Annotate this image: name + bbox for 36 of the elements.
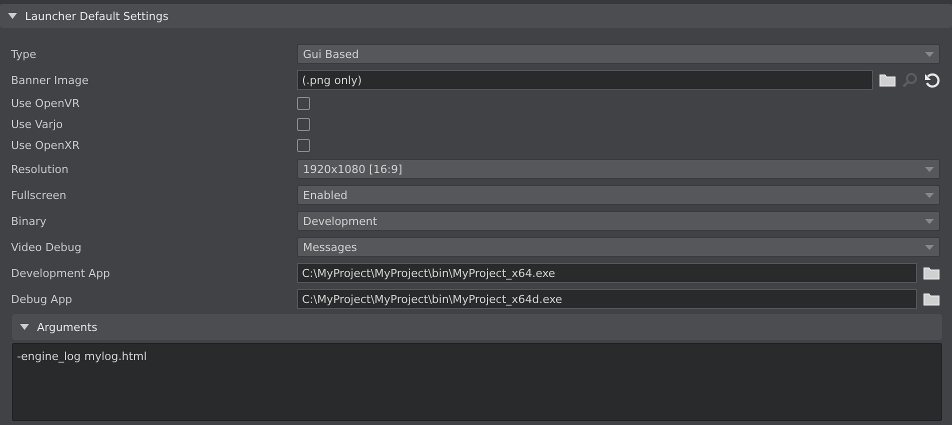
section-header[interactable]: Arguments — [12, 314, 942, 340]
reset-icon[interactable] — [924, 72, 940, 88]
dropdown-arrow-icon — [925, 192, 934, 198]
field-label: Banner Image — [11, 74, 90, 86]
text-area[interactable]: -engine_log mylog.html — [12, 343, 942, 421]
collapse-arrow-icon — [20, 324, 29, 330]
field-label: Use OpenXR — [11, 139, 81, 152]
folder-icon[interactable] — [923, 266, 940, 280]
dropdown-arrow-icon — [925, 218, 934, 224]
input-field[interactable]: C:\MyProject\MyProject\bin\MyProject_x64.exe — [297, 263, 917, 283]
checkbox[interactable] — [297, 139, 310, 152]
field-label: Video Debug — [11, 240, 82, 254]
input-field[interactable]: C:\MyProject\MyProject\bin\MyProject_x64d.exe — [297, 289, 917, 309]
field-label: Resolution — [11, 162, 70, 176]
field-label: Debug App — [11, 292, 74, 306]
field-label: Use OpenVR — [11, 97, 81, 110]
field-label: Type — [11, 48, 38, 60]
dropdown[interactable]: Development — [297, 211, 940, 231]
folder-icon[interactable] — [879, 73, 896, 87]
dropdown[interactable]: 1920x1080 [16:9] — [297, 159, 940, 179]
section-header[interactable]: Launcher Default Settings — [0, 4, 952, 28]
field-label: Binary — [11, 214, 48, 228]
collapse-arrow-icon — [8, 13, 17, 19]
field-label: Development App — [11, 266, 112, 280]
checkbox[interactable] — [297, 97, 310, 110]
dropdown[interactable]: Messages — [297, 237, 940, 257]
field-label: Use Varjo — [11, 118, 64, 131]
input-field[interactable]: (.png only) — [297, 70, 873, 90]
folder-icon[interactable] — [923, 292, 940, 306]
dropdown-arrow-icon — [925, 52, 934, 56]
dropdown[interactable]: Enabled — [297, 185, 940, 205]
checkbox[interactable] — [297, 118, 310, 131]
dropdown-arrow-icon — [925, 166, 934, 172]
dropdown-arrow-icon — [925, 244, 934, 250]
field-label: Fullscreen — [11, 188, 68, 202]
dropdown[interactable]: Gui Based — [297, 44, 940, 64]
